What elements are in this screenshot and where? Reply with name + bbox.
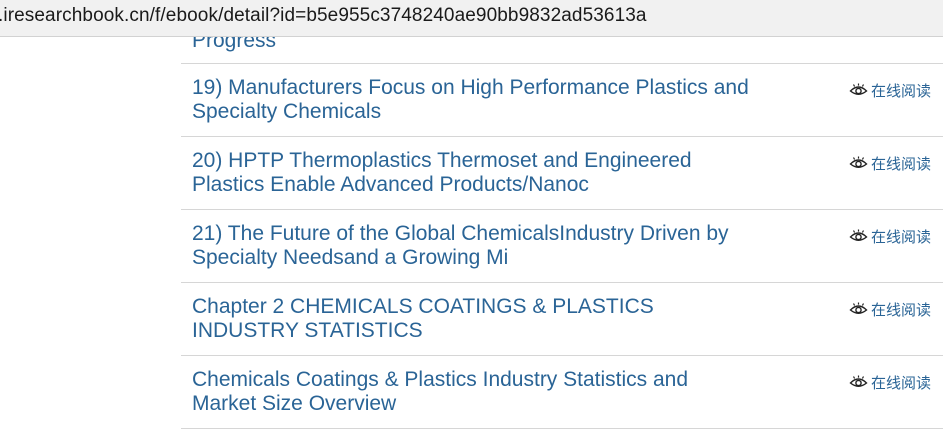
list-item[interactable]: Chemicals Coatings & Plastics Industry S… bbox=[181, 356, 943, 429]
list-item[interactable]: 21) The Future of the Global ChemicalsIn… bbox=[181, 210, 943, 283]
list-item[interactable]: 19) Manufacturers Focus on High Performa… bbox=[181, 64, 943, 137]
list-item[interactable]: Chapter 2 CHEMICALS COATINGS & PLASTICS … bbox=[181, 283, 943, 356]
url-text[interactable]: .iresearchbook.cn/f/ebook/detail?id=b5e9… bbox=[0, 5, 647, 27]
eye-icon bbox=[849, 302, 868, 314]
eye-icon bbox=[849, 156, 868, 168]
chapter-title-link[interactable]: 21) The Future of the Global ChemicalsIn… bbox=[192, 222, 752, 270]
read-online-label[interactable]: 在线阅读 bbox=[871, 226, 931, 247]
chapter-title-link[interactable]: 20) HPTP Thermoplastics Thermoset and En… bbox=[192, 149, 752, 197]
eye-icon bbox=[849, 83, 868, 95]
read-online-link[interactable]: 在线阅读 bbox=[849, 80, 931, 100]
read-online-link[interactable]: 在线阅读 bbox=[849, 153, 931, 173]
read-online-link[interactable]: 在线阅读 bbox=[849, 372, 931, 392]
eye-icon bbox=[849, 375, 868, 387]
read-online-label[interactable]: 在线阅读 bbox=[871, 80, 931, 101]
list-item[interactable]: 20) HPTP Thermoplastics Thermoset and En… bbox=[181, 137, 943, 210]
read-online-link[interactable]: 在线阅读 bbox=[849, 299, 931, 319]
read-online-label[interactable]: 在线阅读 bbox=[871, 299, 931, 320]
chapter-title-link[interactable]: Chapter 2 CHEMICALS COATINGS & PLASTICS … bbox=[192, 295, 752, 343]
read-online-link[interactable]: 在线阅读 bbox=[849, 226, 931, 246]
chapter-title[interactable]: Progress bbox=[192, 37, 276, 53]
address-bar[interactable]: .iresearchbook.cn/f/ebook/detail?id=b5e9… bbox=[0, 0, 943, 37]
chapter-list: Progress 19) Manufacturers Focus on High… bbox=[0, 37, 943, 440]
read-online-label[interactable]: 在线阅读 bbox=[871, 372, 931, 393]
read-online-label[interactable]: 在线阅读 bbox=[871, 153, 931, 174]
list-item-partial[interactable]: Progress bbox=[181, 37, 943, 64]
chapter-title-link[interactable]: 19) Manufacturers Focus on High Performa… bbox=[192, 76, 752, 124]
chapter-title-link[interactable]: Chemicals Coatings & Plastics Industry S… bbox=[192, 368, 752, 416]
eye-icon bbox=[849, 229, 868, 241]
